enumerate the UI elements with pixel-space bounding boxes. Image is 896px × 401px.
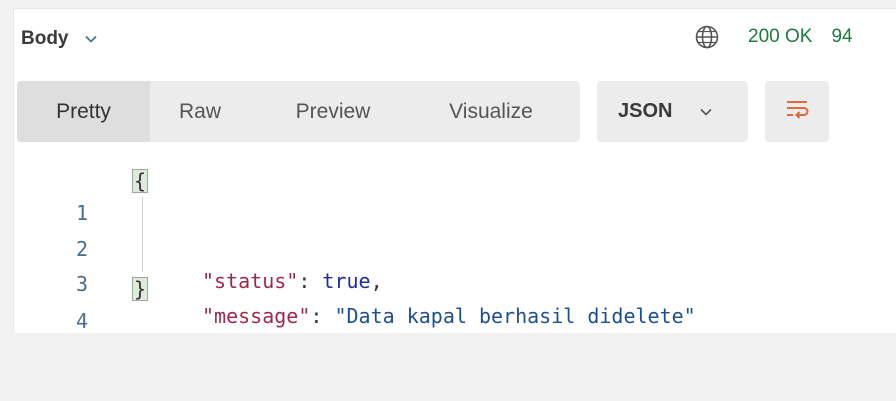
line-number: 1	[75, 201, 88, 225]
line-number: 2	[75, 237, 88, 261]
format-dropdown[interactable]: JSON	[597, 81, 748, 142]
code-line: 1 {	[0, 165, 149, 225]
tab-visualize[interactable]: Visualize	[416, 81, 566, 142]
tab-preview[interactable]: Preview	[250, 81, 416, 142]
line-number: 3	[75, 272, 88, 296]
json-key: "status"	[202, 269, 299, 293]
view-mode-tabs: Pretty Raw Preview Visualize	[17, 81, 580, 142]
response-size[interactable]: 94	[831, 26, 852, 48]
line-number: 4	[75, 309, 88, 333]
json-value: true	[322, 269, 371, 293]
indent-guide	[142, 197, 143, 272]
status-code[interactable]: 200 OK	[748, 26, 812, 48]
wrap-text-icon	[783, 97, 811, 126]
code-line: 2 "status": true,	[0, 201, 383, 293]
body-label: Body	[21, 28, 69, 49]
wrap-lines-button[interactable]	[765, 81, 829, 142]
code-line: 3 "message": "Data kapal berhasil didele…	[0, 236, 696, 328]
chevron-down-icon[interactable]	[83, 31, 99, 47]
tab-pretty[interactable]: Pretty	[17, 81, 150, 142]
body-section-header[interactable]: Body	[21, 28, 99, 50]
json-key: "message"	[202, 304, 311, 328]
globe-icon[interactable]	[694, 24, 720, 50]
json-entry: "message": "Data kapal berhasil didelete…	[202, 304, 696, 328]
chevron-down-icon	[698, 104, 714, 120]
format-label: JSON	[618, 100, 673, 122]
tab-raw[interactable]: Raw	[150, 81, 250, 142]
json-value: "Data kapal berhasil didelete"	[334, 304, 696, 328]
json-entry: "status": true,	[202, 269, 383, 293]
open-brace: {	[131, 169, 149, 193]
response-status: 200 OK 94	[694, 24, 853, 50]
code-line: 4 }	[0, 273, 149, 333]
close-brace: }	[131, 277, 149, 301]
